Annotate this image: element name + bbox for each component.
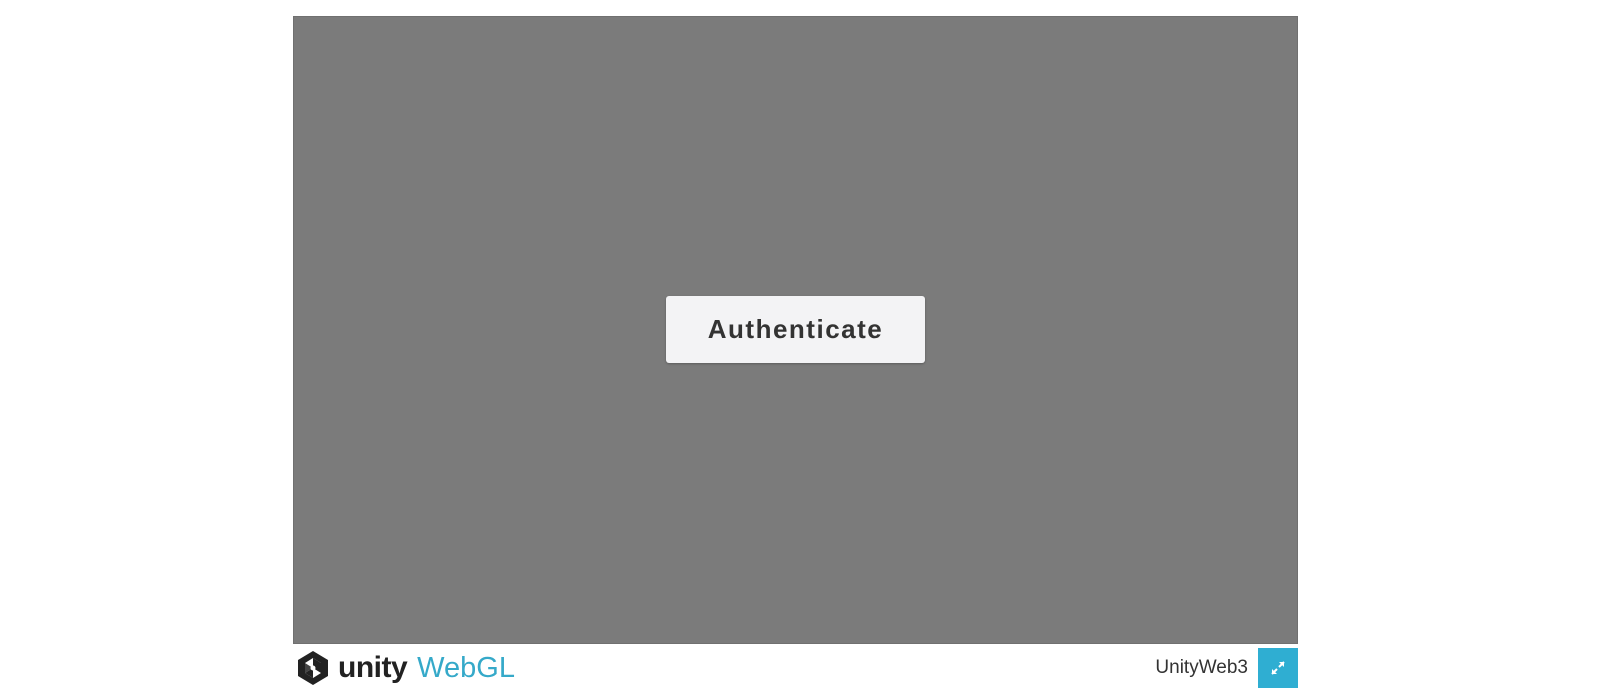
page: Authenticate unity WebGL UnityWeb3 — [0, 0, 1600, 696]
logo-word-webgl: WebGL — [417, 652, 515, 684]
logo-word-unity: unity — [338, 651, 408, 684]
unity-footer: unity WebGL UnityWeb3 — [293, 648, 1298, 688]
unity-logo-icon — [298, 651, 328, 685]
authenticate-button-label: Authenticate — [707, 314, 884, 344]
authenticate-button[interactable]: Authenticate — [666, 296, 925, 363]
unity-webgl-logo: unity WebGL — [293, 648, 515, 688]
fullscreen-icon — [1271, 661, 1285, 675]
fullscreen-button[interactable] — [1258, 648, 1298, 688]
unity-canvas[interactable]: Authenticate — [293, 16, 1298, 644]
build-title: UnityWeb3 — [1155, 657, 1248, 678]
